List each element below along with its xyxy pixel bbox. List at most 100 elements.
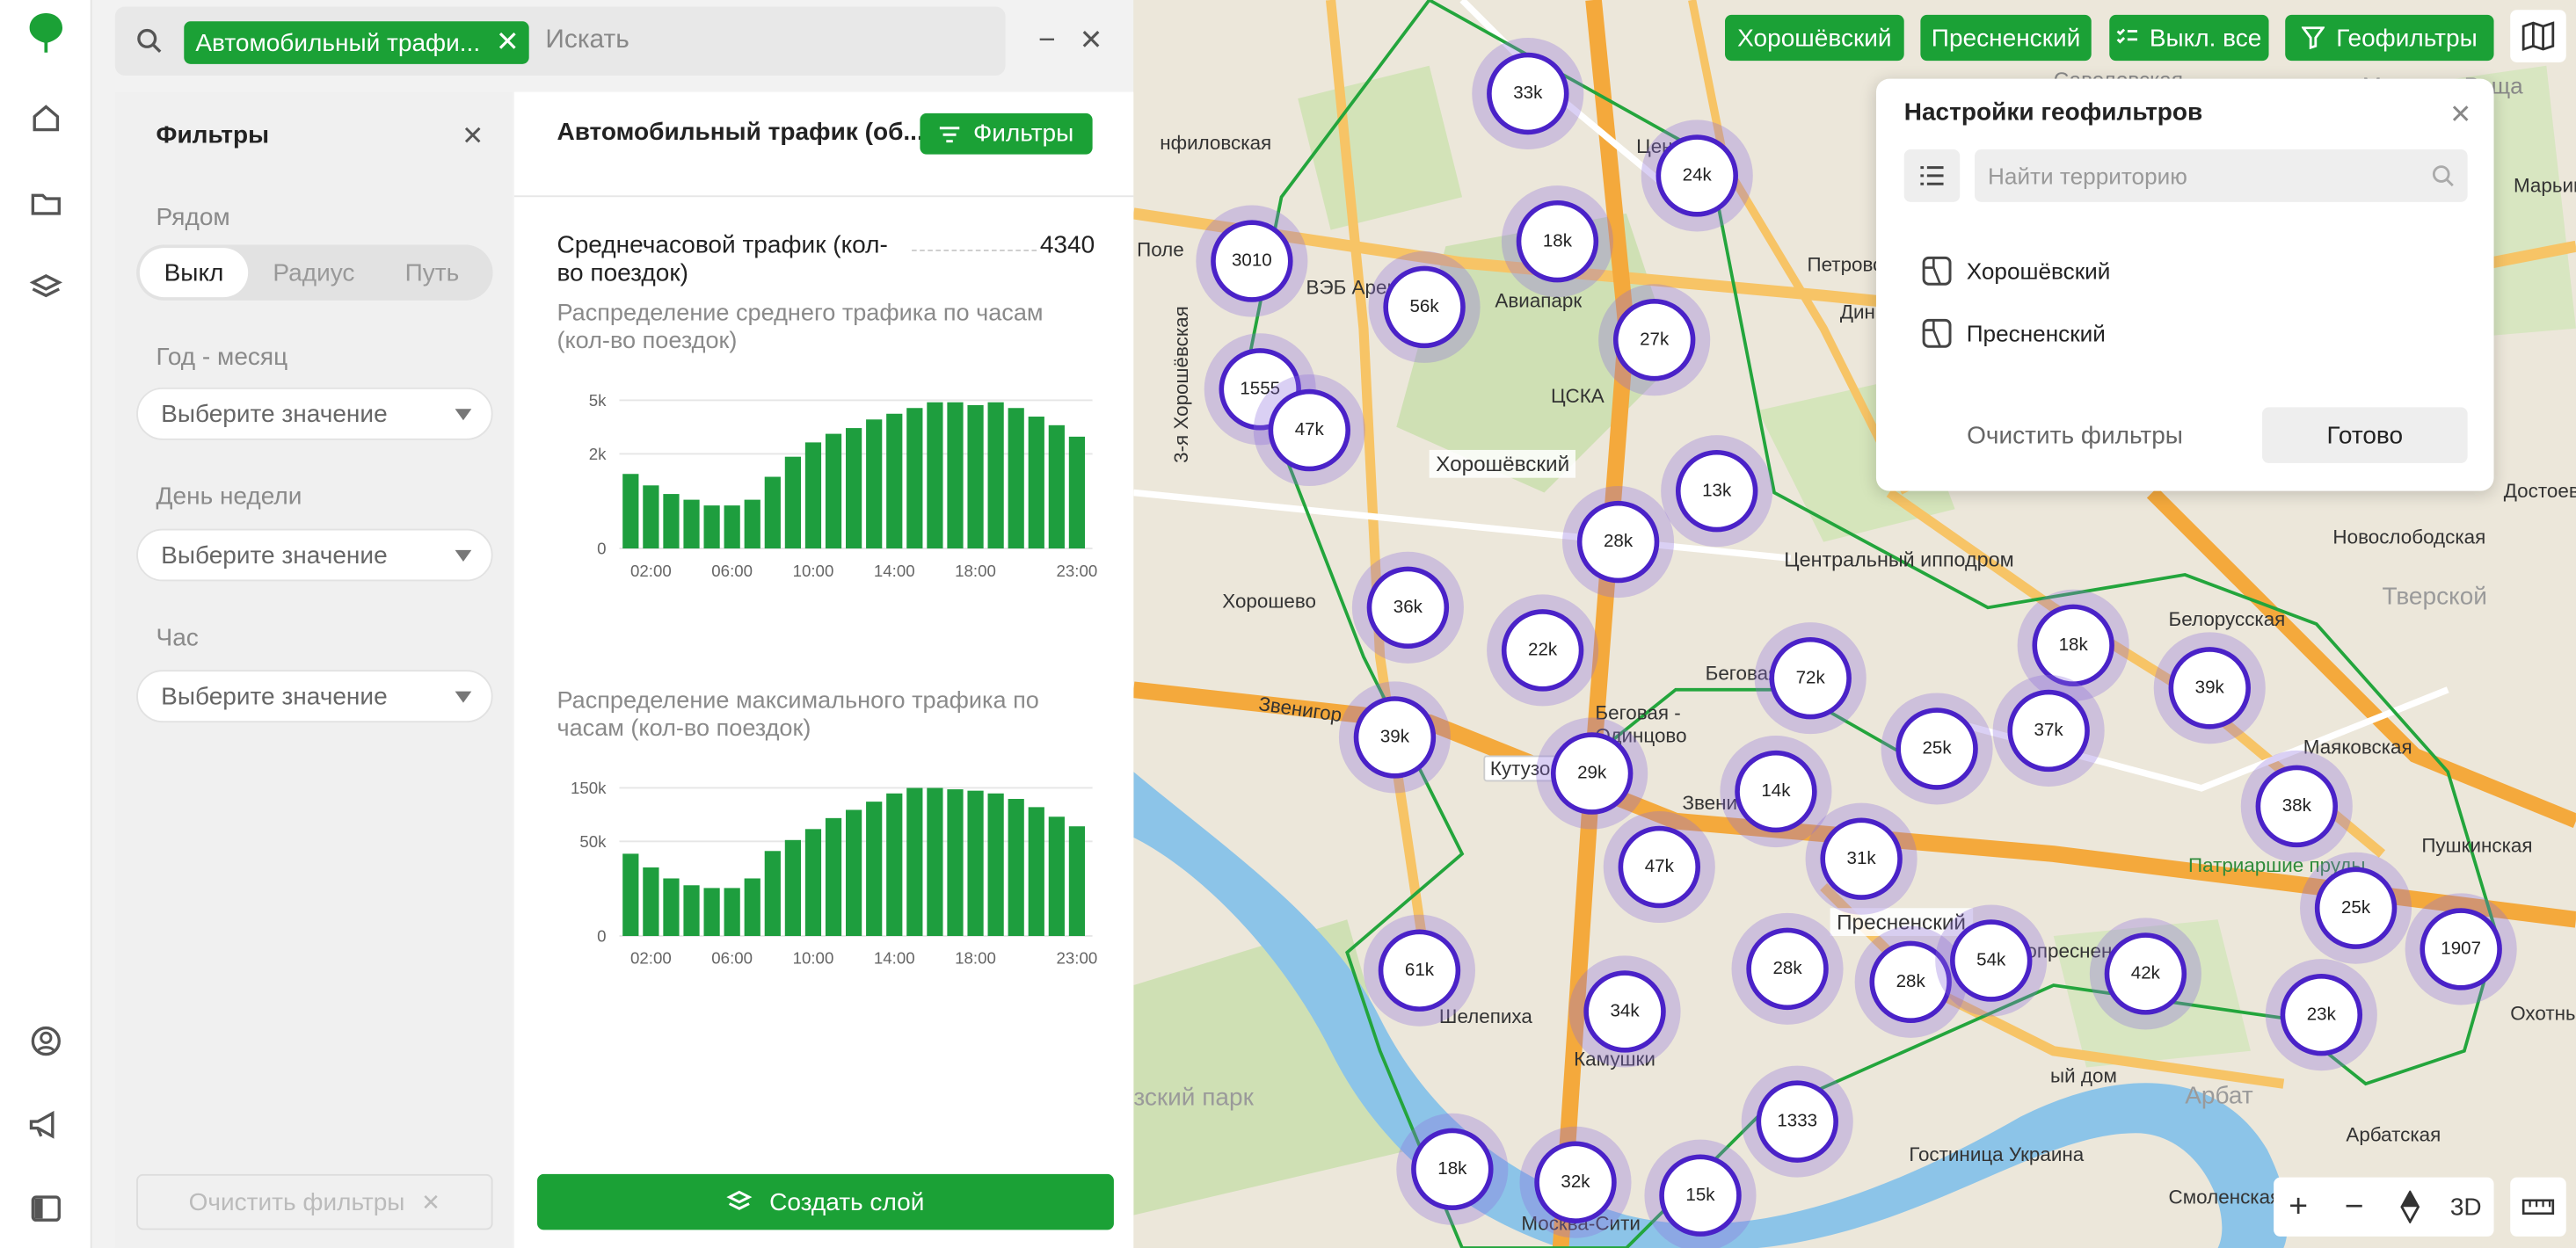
account-icon[interactable]	[26, 1021, 66, 1061]
chip-close-icon[interactable]: ✕	[496, 26, 520, 59]
3d-button[interactable]: 3D	[2443, 1178, 2489, 1237]
minimize-icon[interactable]: −	[1038, 23, 1056, 57]
traffic-cluster-marker[interactable]: 31k	[1820, 817, 1903, 900]
map-label-khoroshevo: Хорошево	[1222, 589, 1316, 613]
traffic-cluster-marker[interactable]: 1333	[1756, 1080, 1838, 1163]
compass-button[interactable]	[2387, 1178, 2433, 1237]
disable-all-button[interactable]: Выкл. все	[2109, 14, 2269, 62]
traffic-cluster-marker[interactable]: 25k	[2314, 867, 2398, 949]
map-mode-button[interactable]	[2510, 10, 2566, 62]
bar	[1008, 408, 1024, 549]
bar	[622, 474, 639, 549]
bar	[987, 402, 1004, 549]
traffic-cluster-marker[interactable]: 18k	[1411, 1128, 1494, 1211]
megaphone-icon[interactable]	[26, 1105, 66, 1144]
traffic-cluster-marker[interactable]: 15k	[1659, 1154, 1742, 1237]
filters-panel: Фильтры ✕ Рядом Выкл Радиус Путь Год - м…	[114, 91, 513, 1248]
panel-filters-button[interactable]: Фильтры	[920, 112, 1093, 155]
geofilter-item-label: Хорошёвский	[1966, 258, 2111, 285]
search-chip[interactable]: Автомобильный трафи... ✕	[184, 21, 529, 64]
territory-search-input[interactable]: Найти территорию	[1975, 149, 2468, 202]
hour-select[interactable]: Выберите значение	[136, 670, 493, 723]
ruler-button[interactable]	[2510, 1177, 2566, 1237]
geofilter-close-icon[interactable]: ✕	[2449, 98, 2471, 131]
folder-icon[interactable]	[26, 184, 66, 223]
sidebar-toggle-icon[interactable]	[26, 1189, 66, 1229]
traffic-cluster-marker[interactable]: 72k	[1769, 636, 1852, 720]
clear-filters-button[interactable]: Очистить фильтры ✕	[136, 1173, 493, 1230]
traffic-cluster-marker[interactable]: 14k	[1735, 750, 1817, 833]
map[interactable]: Авиапарк ЦСКА Центральный ипподром Поле …	[1133, 0, 2576, 1248]
y-tick-label: 0	[597, 540, 606, 558]
bar	[622, 853, 639, 936]
traffic-cluster-marker[interactable]: 28k	[1746, 927, 1829, 1011]
home-icon[interactable]	[26, 98, 66, 138]
panel-filters-label: Фильтры	[972, 120, 1074, 149]
district-label-khoroshevsky: Хорошёвский	[1429, 449, 1576, 478]
search-bar[interactable]: Автомобильный трафи... ✕ Искать − ✕	[114, 6, 1102, 76]
traffic-cluster-marker[interactable]: 28k	[1576, 500, 1660, 584]
traffic-cluster-marker[interactable]: 33k	[1487, 52, 1569, 135]
traffic-cluster-marker[interactable]: 61k	[1378, 929, 1461, 1012]
geofilter-item-khoroshevsky[interactable]: Хорошёвский	[1922, 256, 2110, 286]
x-tick-label: 10:00	[793, 949, 834, 968]
traffic-cluster-marker[interactable]: 27k	[1612, 299, 1696, 381]
traffic-cluster-marker[interactable]: 18k	[2032, 604, 2114, 686]
traffic-cluster-marker[interactable]: 22k	[1501, 609, 1584, 692]
traffic-cluster-marker[interactable]: 1907	[2420, 908, 2502, 990]
bar	[804, 829, 822, 936]
map-label-shelepikha: Шелепиха	[1438, 1005, 1532, 1028]
traffic-cluster-marker[interactable]: 13k	[1675, 449, 1758, 533]
traffic-cluster-marker[interactable]: 39k	[2168, 647, 2251, 729]
territory-search-placeholder: Найти территорию	[1988, 162, 2187, 189]
geofilter-clear-button[interactable]: Очистить фильтры	[1904, 407, 2246, 463]
traffic-cluster-marker[interactable]: 23k	[2280, 973, 2363, 1056]
max-traffic-chart: 150k 50k 0 02:00 06:00 10:00 14:00 18:00 23:00	[571, 779, 1097, 968]
traffic-cluster-marker[interactable]: 36k	[1366, 566, 1450, 649]
zoom-in-button[interactable]: +	[2275, 1178, 2321, 1237]
map-label-ippodrom: Центральный ипподром	[1784, 548, 2014, 572]
geofilter-item-presnensky[interactable]: Пресненский	[1922, 318, 2106, 348]
filter-icon	[940, 126, 961, 142]
y-tick-label: 5k	[589, 391, 607, 410]
traffic-cluster-marker[interactable]: 29k	[1550, 732, 1634, 815]
zoom-out-button[interactable]: −	[2332, 1178, 2377, 1237]
traffic-cluster-marker[interactable]: 56k	[1383, 265, 1466, 349]
traffic-cluster-marker[interactable]: 34k	[1583, 970, 1666, 1053]
traffic-cluster-marker[interactable]: 24k	[1655, 134, 1738, 217]
territory-button-khoroshevsky[interactable]: Хорошёвский	[1725, 14, 1904, 62]
nearby-path-option[interactable]: Путь	[376, 248, 488, 297]
map-icon	[2521, 21, 2555, 51]
traffic-cluster-marker[interactable]: 47k	[1268, 388, 1350, 472]
map-label-pole: Поле	[1137, 237, 1184, 262]
geofilters-button[interactable]: Геофильтры	[2285, 14, 2494, 62]
search-input[interactable]: Искать	[545, 26, 629, 56]
traffic-cluster-marker[interactable]: 37k	[2007, 689, 2090, 773]
day-of-week-select[interactable]: Выберите значение	[136, 528, 493, 582]
territory-button-presnensky[interactable]: Пресненский	[1920, 14, 2092, 62]
traffic-cluster-marker[interactable]: 3010	[1211, 220, 1293, 302]
traffic-cluster-marker[interactable]: 39k	[1353, 696, 1437, 779]
traffic-cluster-marker[interactable]: 25k	[1896, 707, 1978, 790]
traffic-cluster-marker[interactable]: 42k	[2104, 932, 2187, 1015]
close-icon[interactable]: ✕	[1080, 25, 1103, 57]
traffic-cluster-marker[interactable]: 47k	[1618, 825, 1701, 909]
create-layer-button[interactable]: Создать слой	[537, 1173, 1114, 1230]
bar	[1068, 436, 1086, 549]
traffic-cluster-marker[interactable]: 32k	[1534, 1141, 1617, 1223]
district-label-presnensky: Пресненский	[1830, 908, 1973, 936]
traffic-cluster-marker[interactable]: 28k	[1869, 940, 1952, 1024]
divider	[513, 195, 1134, 198]
layers-icon[interactable]	[26, 268, 66, 308]
filters-close-icon[interactable]: ✕	[462, 120, 484, 152]
year-month-select[interactable]: Выберите значение	[136, 387, 493, 440]
avg-traffic-chart: 5k 2k 0 02:00 06:00 10:00 14:00 18:00 23:00	[589, 391, 1098, 580]
territory-icon	[1922, 318, 1952, 348]
nearby-radius-option[interactable]: Радиус	[255, 248, 374, 297]
list-view-button[interactable]	[1903, 149, 1961, 202]
nearby-off-option[interactable]: Выкл	[139, 248, 249, 298]
traffic-cluster-marker[interactable]: 54k	[1950, 919, 2033, 1002]
geofilter-done-button[interactable]: Готово	[2262, 407, 2468, 463]
traffic-cluster-marker[interactable]: 38k	[2255, 765, 2339, 848]
traffic-cluster-marker[interactable]: 18k	[1516, 200, 1599, 283]
